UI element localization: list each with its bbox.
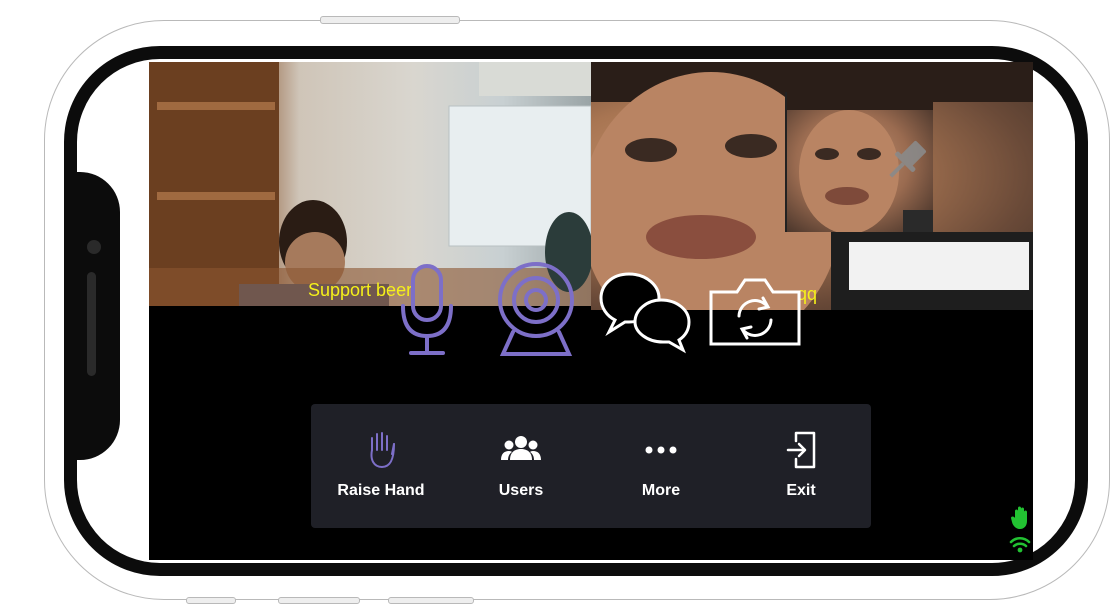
raise-hand-icon	[370, 432, 395, 469]
camera-switch-icon[interactable]	[705, 276, 805, 348]
self-view-pip[interactable]	[785, 92, 933, 234]
call-toolbar: Raise Hand Users More Exit	[311, 404, 871, 528]
phone-side-button-3	[388, 597, 474, 604]
exit-icon	[786, 431, 816, 469]
microphone-icon[interactable]	[395, 262, 459, 358]
phone-side-button-1	[186, 597, 236, 604]
earpiece-speaker	[87, 272, 96, 376]
chat-bubbles-icon[interactable]	[597, 270, 693, 354]
raise-hand-label: Raise Hand	[337, 482, 425, 499]
phone-notch	[76, 172, 120, 460]
wifi-signal-icon	[1009, 536, 1031, 553]
more-dots-icon	[645, 446, 677, 454]
exit-button[interactable]: Exit	[731, 404, 871, 528]
call-screen: Support beer qq Raise Hand Users More Ex…	[149, 62, 1033, 560]
raise-hand-button[interactable]: Raise Hand	[311, 404, 451, 528]
pin-icon[interactable]	[881, 134, 933, 186]
users-label: Users	[498, 482, 544, 499]
hand-raised-indicator-icon	[1011, 506, 1027, 529]
phone-side-button-2	[278, 597, 360, 604]
more-button[interactable]: More	[591, 404, 731, 528]
webcam-icon[interactable]	[495, 260, 577, 358]
users-button[interactable]: Users	[451, 404, 591, 528]
phone-top-button	[320, 16, 460, 24]
more-label: More	[641, 482, 681, 499]
front-camera	[87, 240, 101, 254]
users-icon	[501, 436, 541, 460]
exit-label: Exit	[786, 482, 816, 499]
